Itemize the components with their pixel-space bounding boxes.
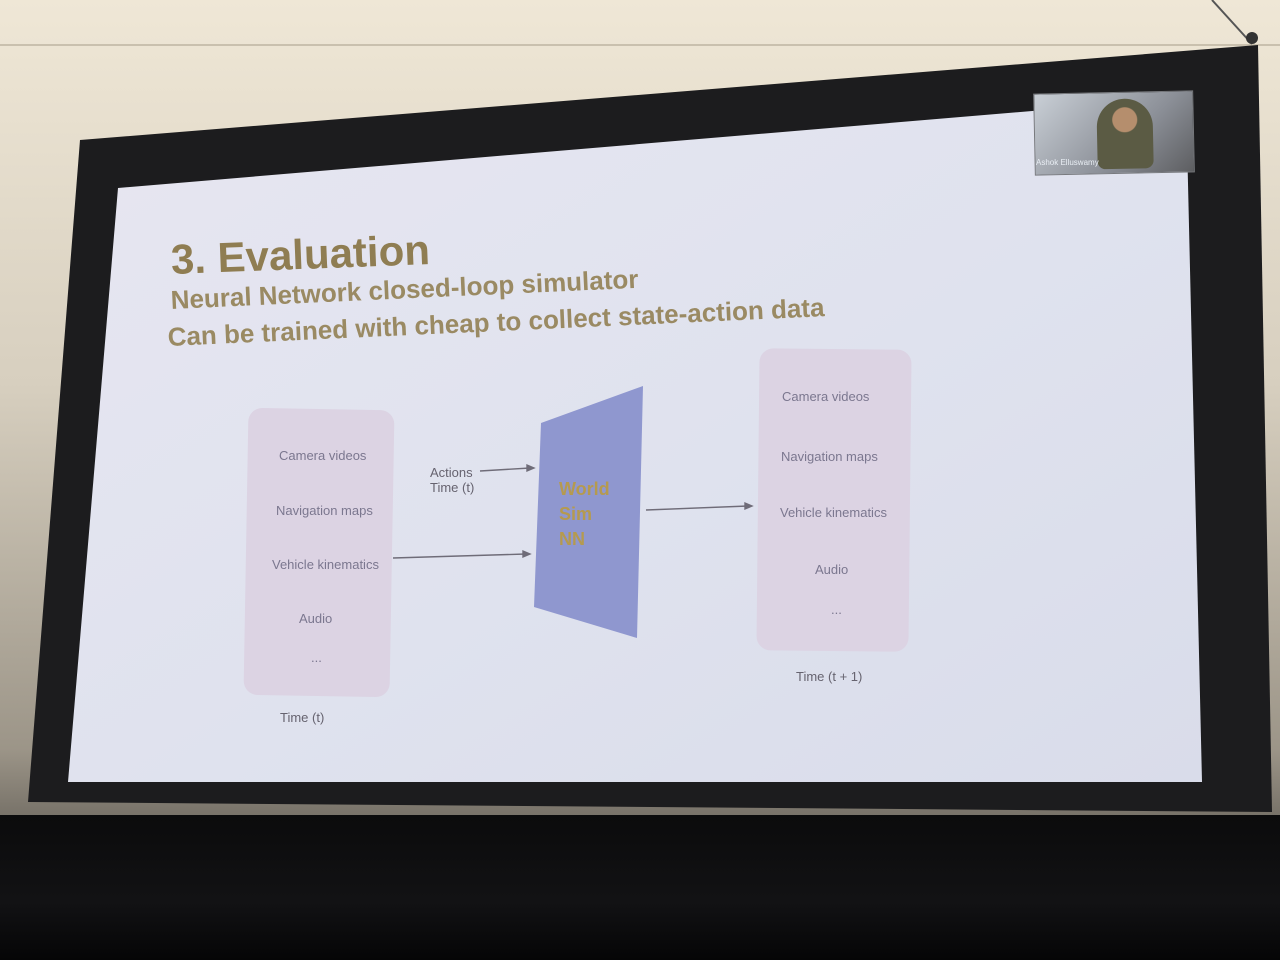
input-item-kinematics: Vehicle kinematics (272, 557, 379, 572)
output-time-caption: Time (t + 1) (796, 669, 863, 684)
actions-time-label: Time (t) (430, 480, 475, 495)
output-item-more: ... (831, 602, 842, 617)
model-label-sim: Sim (559, 504, 593, 524)
model-label-world: World (559, 479, 610, 499)
input-item-audio: Audio (299, 611, 333, 626)
input-item-more: ... (311, 650, 322, 665)
output-item-audio: Audio (815, 562, 849, 577)
output-item-camera: Camera videos (782, 389, 870, 404)
participant-name-label: Ashok Elluswamy (1036, 158, 1099, 167)
input-item-camera: Camera videos (279, 448, 367, 463)
stage-curtain (0, 815, 1280, 960)
input-time-caption: Time (t) (280, 710, 325, 725)
actions-label: Actions (430, 465, 473, 480)
output-item-navigation: Navigation maps (781, 449, 878, 464)
input-item-navigation: Navigation maps (276, 503, 373, 518)
presenter-avatar (1096, 98, 1154, 170)
model-label-nn: NN (559, 529, 585, 549)
output-item-kinematics: Vehicle kinematics (780, 505, 887, 520)
